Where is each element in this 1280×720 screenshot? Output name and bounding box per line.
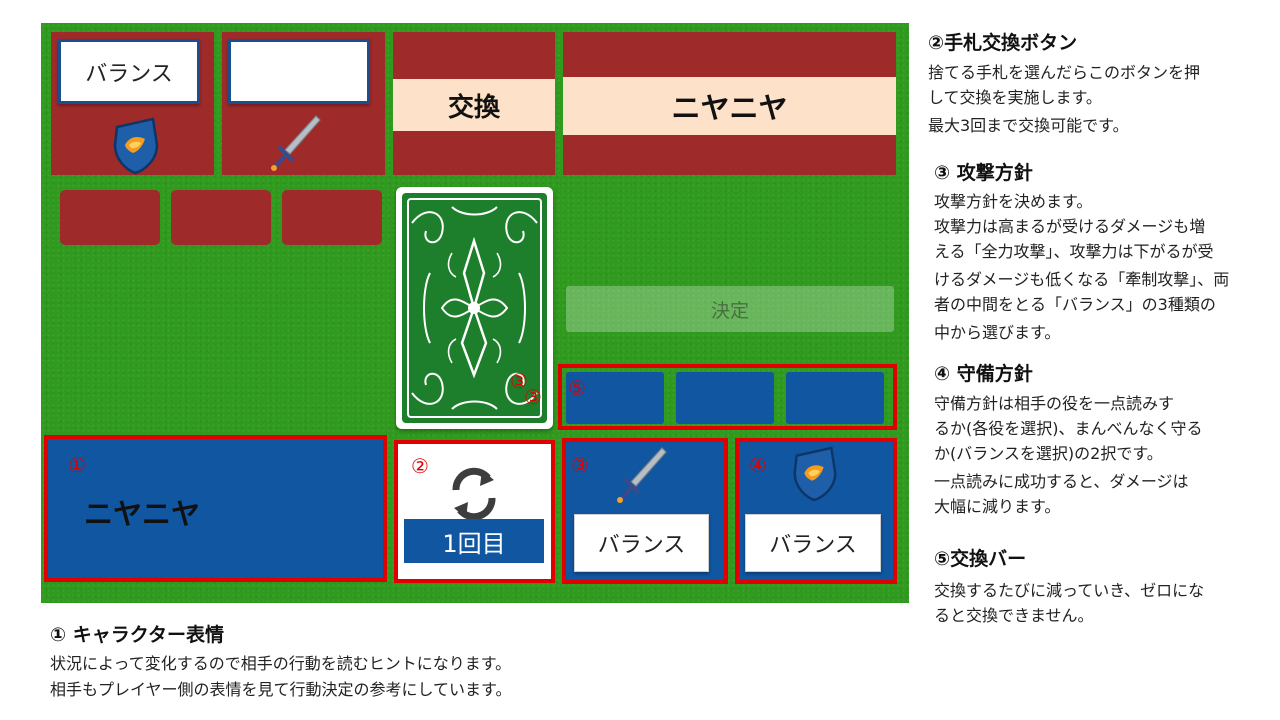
- note-attack-policy-line: える「全力攻撃」、攻撃力は下がるが受: [934, 242, 1214, 261]
- defense-policy-panel[interactable]: ④ バランス: [735, 438, 897, 584]
- shield-icon: [793, 446, 837, 502]
- note-defense-policy-line: 守備方針は相手の役を一点読みす: [934, 394, 1175, 413]
- opponent-expression: ニヤニヤ: [563, 77, 896, 135]
- note-attack-policy-line: 中から選びます。: [934, 323, 1061, 342]
- note-exchange-button-line: して交換を実施します。: [928, 88, 1102, 107]
- note-defense-policy-line: 大幅に減ります。: [934, 497, 1061, 516]
- player-expression: ニヤニヤ: [84, 497, 201, 531]
- note-character-expression-line: 状況によって変化するので相手の行動を読むヒントになります。: [50, 654, 512, 673]
- marker-3-overlap: ③: [524, 385, 542, 409]
- marker-4: ④: [749, 453, 767, 477]
- opponent-defense-panel: バランス: [51, 32, 214, 175]
- shield-icon: [113, 117, 159, 175]
- note-attack-policy-line: けるダメージも低くなる「牽制攻撃」、両: [934, 270, 1230, 289]
- note-attack-policy-title: ③ 攻撃方針: [934, 162, 1033, 184]
- decide-button[interactable]: 決定: [566, 286, 894, 332]
- marker-1: ①: [68, 453, 86, 477]
- note-defense-policy-line: るか(各役を選択)、まんべんなく守る: [934, 419, 1203, 438]
- exchange-bar-segment: [676, 372, 774, 424]
- exchange-button[interactable]: ② 1回目: [394, 440, 555, 583]
- note-character-expression-line: 相手もプレイヤー側の表情を見て行動決定の参考にしています。: [50, 680, 512, 699]
- defense-policy-label: バランス: [745, 514, 881, 572]
- opponent-hand-slot: [282, 190, 382, 245]
- opponent-attack-panel: [222, 32, 385, 175]
- note-exchange-button-title: ②手札交換ボタン: [928, 32, 1078, 54]
- exchange-count: 1回目: [404, 519, 544, 563]
- note-exchange-bar-line: ると交換できません。: [934, 606, 1094, 625]
- opponent-defense-label: バランス: [58, 39, 200, 104]
- exchange-bar-segment: [786, 372, 884, 424]
- opponent-hand-slot: [171, 190, 271, 245]
- marker-3: ③: [571, 453, 589, 477]
- note-exchange-bar-title: ⑤交換バー: [934, 548, 1027, 570]
- opponent-hand-slot: [60, 190, 160, 245]
- sword-icon: [271, 115, 321, 171]
- note-exchange-button-line: 捨てる手札を選んだらこのボタンを押: [928, 63, 1201, 82]
- exchange-banner-panel: 交換: [393, 32, 555, 175]
- note-attack-policy-line: 者の中間をとる「バランス」の3種類の: [934, 295, 1216, 314]
- opponent-expression-panel: ニヤニヤ: [563, 32, 896, 175]
- attack-policy-panel[interactable]: ③ バランス: [562, 438, 728, 584]
- note-character-expression-title: ① キャラクター表情: [50, 624, 224, 646]
- note-exchange-button-line: 最大3回まで交換可能です。: [928, 116, 1129, 135]
- decide-button-label: 決定: [710, 299, 749, 322]
- note-defense-policy-line: か(バランスを選択)の2択です。: [934, 444, 1163, 463]
- exchange-banner: 交換: [393, 79, 555, 131]
- note-attack-policy-line: 攻撃力は高まるが受けるダメージも増: [934, 217, 1206, 236]
- deck-card-back[interactable]: ③ ③: [396, 187, 553, 429]
- marker-5: ⑤: [568, 376, 586, 400]
- exchange-bar: ⑤: [558, 364, 897, 430]
- game-board: バランス 交換 ニヤニヤ ③ ③ 決定 ⑤ ① ニヤニヤ ② 1回目 ③ バラン…: [41, 23, 909, 603]
- opponent-attack-label: [228, 39, 370, 104]
- refresh-icon: [452, 467, 496, 521]
- note-defense-policy-title: ④ 守備方針: [934, 363, 1033, 385]
- note-attack-policy-line: 攻撃方針を決めます。: [934, 192, 1093, 211]
- sword-icon: [617, 447, 667, 503]
- note-defense-policy-line: 一点読みに成功すると、ダメージは: [934, 472, 1189, 491]
- player-expression-panel: ① ニヤニヤ: [44, 435, 387, 582]
- note-exchange-bar-line: 交換するたびに減っていき、ゼロにな: [934, 581, 1205, 600]
- attack-policy-label: バランス: [574, 514, 709, 572]
- marker-2: ②: [411, 454, 429, 478]
